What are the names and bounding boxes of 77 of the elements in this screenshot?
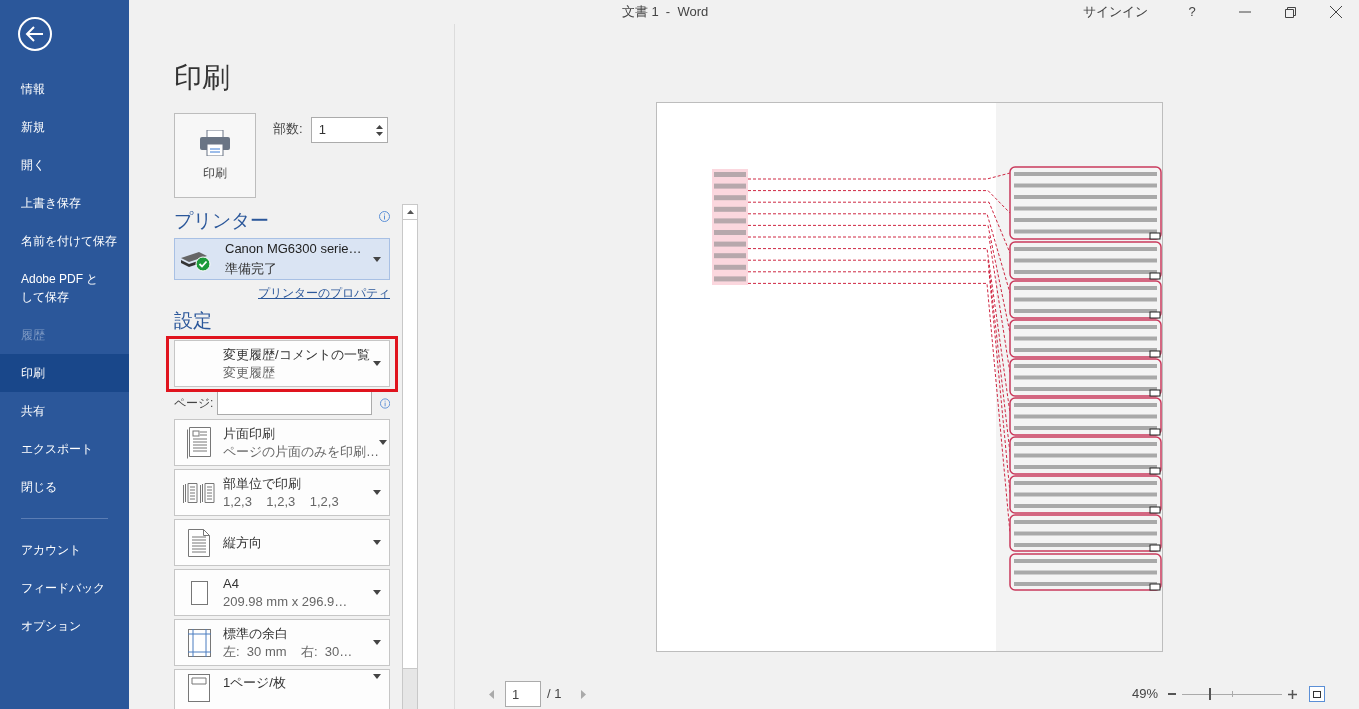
caret-icon — [379, 440, 387, 445]
copies-spinner[interactable]: 1 — [310, 117, 388, 143]
settings-dropdown[interactable]: 縦方向 — [174, 519, 390, 566]
back-button[interactable] — [17, 16, 53, 52]
window-title: 文書 1 - Word — [621, 3, 709, 22]
settings-dropdown[interactable]: 変更履歴/コメントの一覧 変更履歴 — [174, 340, 390, 387]
menu-item[interactable]: 開く — [0, 146, 129, 184]
settings-dropdown[interactable]: 標準の余白 左: 30 mm 右: 30… — [174, 619, 390, 666]
menu-item[interactable]: Adobe PDF として保存 — [0, 260, 129, 316]
info-icon — [379, 397, 390, 409]
zoom-level: 49% — [1131, 685, 1158, 704]
down-arrow-icon[interactable] — [375, 131, 383, 136]
menu-item[interactable]: 共有 — [0, 392, 129, 430]
document-icon — [187, 426, 211, 459]
close-icon[interactable] — [1330, 6, 1342, 18]
caret-icon — [373, 674, 381, 679]
setting-subtitle: 左: 30 mm 右: 30… — [223, 642, 354, 661]
caret-icon — [373, 490, 381, 495]
printer-status: 準備完了 — [225, 260, 278, 278]
menu-item[interactable]: 閉じる — [0, 468, 129, 506]
page-total: / 1 — [547, 685, 562, 704]
setting-title: 部単位で印刷 — [223, 474, 302, 493]
menu-item[interactable]: 情報 — [0, 70, 129, 108]
settings-heading: 設定 — [174, 309, 213, 333]
scrollbar[interactable] — [402, 204, 418, 709]
print-button[interactable]: 印刷 — [174, 113, 256, 198]
fit-page-icon[interactable] — [1309, 686, 1325, 702]
setting-title: 縦方向 — [223, 533, 263, 552]
menu-item[interactable]: オプション — [0, 607, 129, 645]
setting-title: 変更履歴/コメントの一覧 — [223, 345, 371, 364]
page-label: ページ: — [174, 395, 215, 412]
setting-subtitle: 1,2,3 1,2,3 1,2,3 — [223, 492, 340, 511]
zoom-in-icon[interactable] — [1288, 689, 1297, 699]
settings-dropdown[interactable]: A4 209.98 mm x 296.9… — [174, 569, 390, 616]
stacked-pages-icon — [183, 481, 215, 504]
caret-icon — [373, 590, 381, 595]
caret-icon — [373, 640, 381, 645]
printer-dropdown[interactable]: Canon MG6300 serie… 準備完了 — [174, 238, 390, 280]
info-icon — [379, 211, 390, 222]
document-icon — [188, 674, 210, 702]
printer-heading: プリンター — [174, 209, 270, 233]
menu-item[interactable]: 名前を付けて保存 — [0, 222, 129, 260]
restore-icon[interactable] — [1285, 6, 1296, 18]
sign-in-link[interactable]: サインイン — [1083, 2, 1148, 22]
caret-icon — [373, 361, 381, 366]
menu-item[interactable]: 印刷 — [0, 354, 129, 392]
menu-item[interactable]: フィードバック — [0, 569, 129, 607]
page-field[interactable] — [216, 391, 372, 415]
zoom-slider[interactable] — [1182, 688, 1282, 700]
setting-subtitle: ページの片面のみを印刷… — [223, 442, 379, 461]
setting-subtitle: 209.98 mm x 296.9… — [223, 592, 349, 611]
settings-dropdown[interactable]: 部単位で印刷 1,2,3 1,2,3 1,2,3 — [174, 469, 390, 516]
setting-title: 標準の余白 — [223, 624, 289, 643]
printer-name: Canon MG6300 serie… — [225, 240, 363, 258]
page-number-field[interactable]: 1 — [505, 681, 541, 707]
printer-properties-link[interactable]: プリンターのプロパティ — [258, 284, 390, 302]
caret-icon — [373, 256, 381, 262]
up-arrow-icon[interactable] — [375, 124, 383, 129]
page-heading: 印刷 — [174, 61, 231, 95]
copies-label: 部数: — [273, 120, 303, 138]
up-arrow-icon[interactable] — [406, 210, 414, 214]
menu-item[interactable]: 上書き保存 — [0, 184, 129, 222]
page-icon — [190, 580, 208, 605]
help-button[interactable]: ? — [1178, 2, 1206, 22]
caret-icon — [373, 540, 381, 545]
document-icon — [188, 528, 210, 557]
menu-item[interactable]: 新規 — [0, 108, 129, 146]
settings-dropdown[interactable]: 片面印刷 ページの片面のみを印刷… — [174, 419, 390, 466]
printer-icon — [200, 129, 230, 156]
menu-item[interactable]: アカウント — [0, 531, 129, 569]
setting-subtitle: 変更履歴 — [223, 363, 276, 382]
setting-title: 片面印刷 — [223, 424, 276, 443]
settings-dropdown[interactable]: 1ページ/枚 — [174, 669, 390, 709]
margins-icon — [187, 628, 211, 657]
menu-item[interactable]: エクスポート — [0, 430, 129, 468]
setting-title: 1ページ/枚 — [223, 674, 287, 692]
setting-title: A4 — [223, 574, 240, 593]
